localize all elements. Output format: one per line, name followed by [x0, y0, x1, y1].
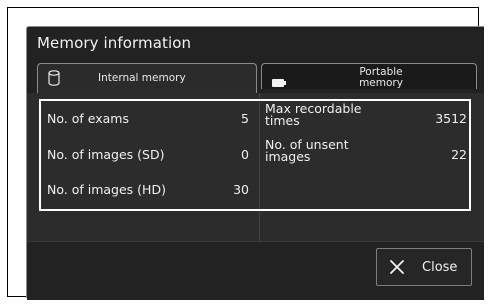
close-button[interactable]: Close: [376, 248, 472, 286]
database-icon: [48, 70, 60, 90]
images-sd-label: No. of images (SD): [47, 147, 165, 162]
exams-count-label: No. of exams: [47, 111, 129, 126]
tab-portable-memory-label: Portable memory: [359, 66, 403, 89]
dialog-title: Memory information: [37, 34, 192, 52]
max-recordable-label: Max recordable times: [265, 101, 362, 128]
tab-internal-memory[interactable]: Internal memory: [37, 63, 257, 93]
memory-information-dialog: Memory information Internal memory Porta…: [26, 26, 484, 300]
tab-portable-memory[interactable]: Portable memory: [261, 63, 477, 89]
images-hd-label: No. of images (HD): [47, 182, 166, 197]
unsent-images-label: No. of unsent images: [265, 137, 349, 164]
max-recordable-value: 3512: [435, 111, 467, 126]
images-sd-value: 0: [241, 147, 249, 162]
close-button-label: Close: [422, 260, 458, 275]
tab-internal-memory-label: Internal memory: [98, 72, 186, 84]
close-icon: [389, 259, 405, 279]
images-hd-value: 30: [233, 182, 249, 197]
memory-card-icon: [272, 72, 286, 91]
unsent-images-value: 22: [451, 147, 467, 162]
exams-count-value: 5: [241, 111, 249, 126]
